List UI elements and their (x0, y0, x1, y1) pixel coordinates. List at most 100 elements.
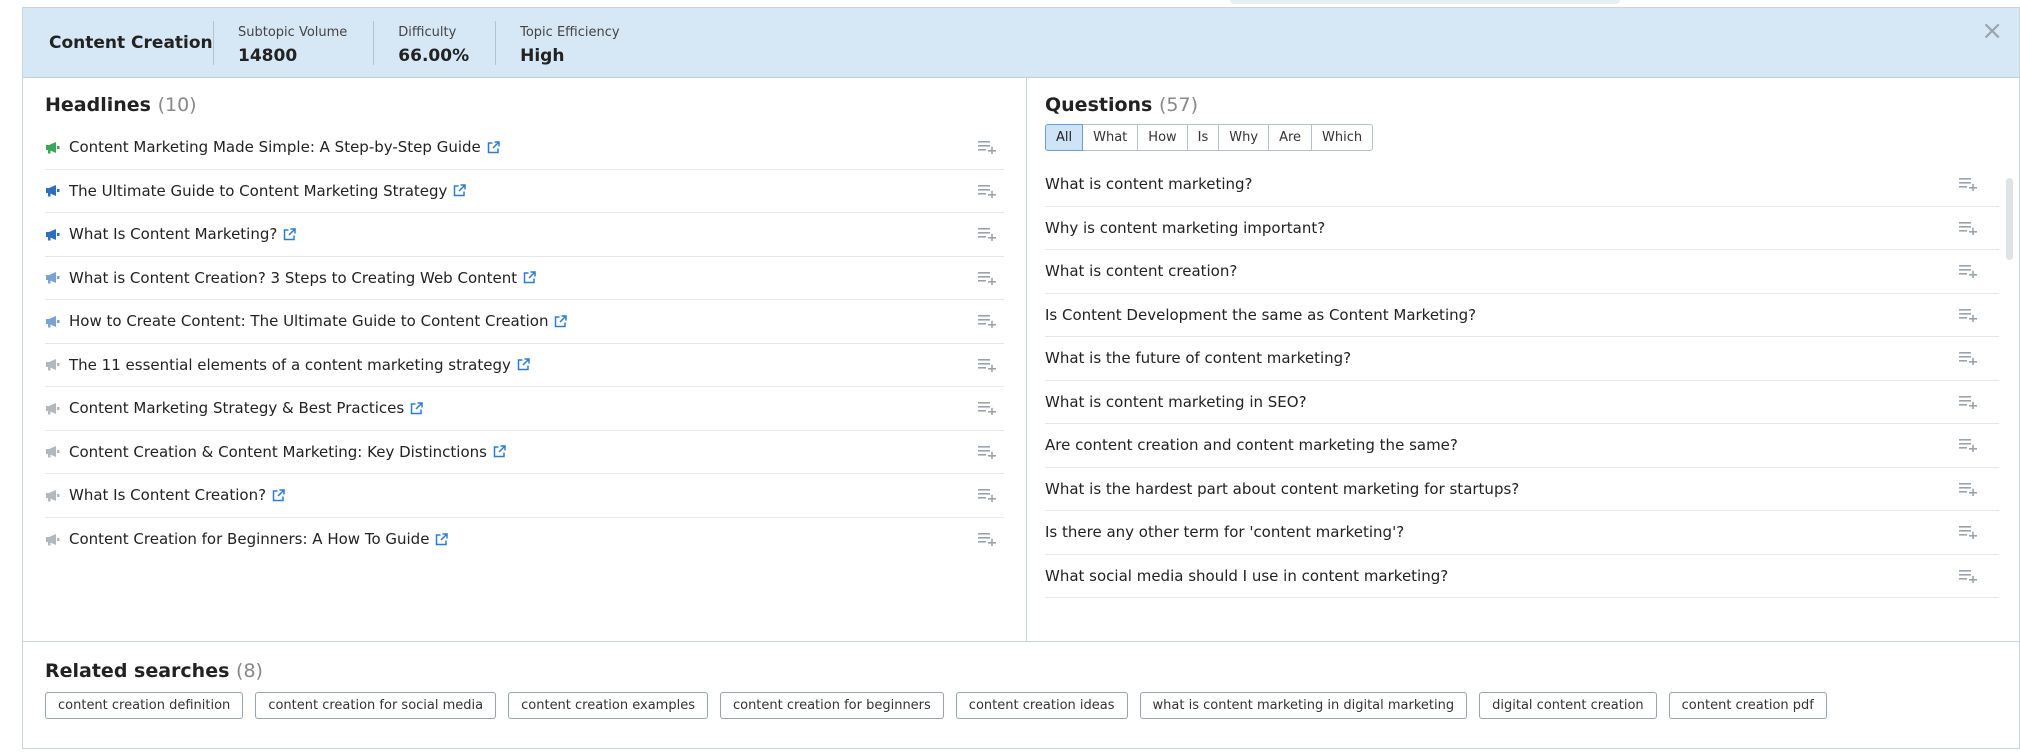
add-to-list-icon[interactable] (978, 445, 996, 459)
add-to-list-icon[interactable] (1959, 525, 1977, 539)
difficulty-stat: Difficulty 66.00% (373, 20, 495, 66)
add-to-list-icon[interactable] (978, 401, 996, 415)
related-search-chip[interactable]: content creation for beginners (719, 692, 944, 719)
tab-are[interactable]: Are (1268, 124, 1313, 151)
headlines-count: (10) (157, 94, 197, 116)
headline-text[interactable]: Content Marketing Made Simple: A Step-by… (69, 138, 481, 156)
headline-text[interactable]: Content Creation for Beginners: A How To… (69, 530, 429, 548)
headline-row: Content Marketing Made Simple: A Step-by… (45, 126, 1004, 170)
question-text[interactable]: What is the future of content marketing? (1045, 349, 1351, 367)
question-text[interactable]: Are content creation and content marketi… (1045, 436, 1458, 454)
external-link-icon[interactable] (272, 489, 285, 502)
add-to-list-icon[interactable] (978, 488, 996, 502)
headlines-title: Headlines (10) (45, 94, 1004, 116)
questions-scrollbar[interactable] (2006, 178, 2013, 260)
related-count: (8) (236, 660, 263, 682)
content-columns: Headlines (10) Content Marketing Made Si… (23, 78, 2019, 642)
headline-row: What is Content Creation? 3 Steps to Cre… (45, 257, 1004, 300)
questions-list: What is content marketing? Why is content… (1045, 163, 1999, 618)
external-link-icon[interactable] (493, 445, 506, 458)
topic-title: Content Creation (49, 32, 213, 53)
question-row: What is the hardest part about content m… (1045, 468, 1999, 511)
megaphone-icon (46, 141, 60, 154)
questions-title-text: Questions (1045, 94, 1153, 116)
question-text[interactable]: What is content creation? (1045, 262, 1237, 280)
related-search-chip[interactable]: content creation ideas (955, 692, 1128, 719)
question-text[interactable]: What is the hardest part about content m… (1045, 480, 1519, 498)
add-to-list-icon[interactable] (1959, 308, 1977, 322)
add-to-list-icon[interactable] (978, 140, 996, 154)
headline-text[interactable]: Content Marketing Strategy & Best Practi… (69, 399, 404, 417)
external-link-icon[interactable] (283, 228, 297, 241)
question-text[interactable]: What is content marketing? (1045, 175, 1253, 193)
add-to-list-icon[interactable] (1959, 177, 1977, 191)
close-icon[interactable]: × (1981, 18, 2003, 44)
add-to-list-icon[interactable] (1959, 264, 1977, 278)
related-search-chip[interactable]: content creation definition (45, 692, 244, 719)
add-to-list-icon[interactable] (978, 314, 996, 328)
add-to-list-icon[interactable] (978, 358, 996, 372)
megaphone-icon (46, 489, 60, 502)
headlines-title-text: Headlines (45, 94, 151, 116)
add-to-list-icon[interactable] (978, 271, 996, 285)
headline-text[interactable]: The Ultimate Guide to Content Marketing … (69, 182, 447, 200)
external-link-icon[interactable] (435, 533, 449, 546)
related-chips: content creation definition content creat… (45, 692, 1997, 719)
add-to-list-icon[interactable] (1959, 395, 1977, 409)
add-to-list-icon[interactable] (978, 532, 996, 546)
megaphone-icon (46, 359, 60, 371)
question-row: What is content creation? (1045, 250, 1999, 294)
question-text[interactable]: Is Content Development the same as Conte… (1045, 306, 1476, 324)
external-link-icon[interactable] (487, 141, 500, 154)
headline-row: How to Create Content: The Ultimate Guid… (45, 300, 1004, 344)
headline-text[interactable]: How to Create Content: The Ultimate Guid… (69, 312, 548, 330)
related-search-chip[interactable]: what is content marketing in digital mar… (1139, 692, 1468, 719)
tab-how[interactable]: How (1137, 124, 1188, 151)
question-row: What is the future of content marketing? (1045, 337, 1999, 381)
questions-section: Questions (57) All What How Is Why Are Which W… (1027, 78, 2019, 641)
question-text[interactable]: What social media should I use in conten… (1045, 567, 1448, 585)
add-to-list-icon[interactable] (1959, 351, 1977, 365)
add-to-list-icon[interactable] (1959, 221, 1977, 235)
external-link-icon[interactable] (554, 315, 568, 328)
headline-row: What Is Content Marketing? (45, 213, 1004, 257)
add-to-list-icon[interactable] (978, 227, 996, 241)
related-search-chip[interactable]: content creation for social media (255, 692, 497, 719)
headline-text[interactable]: What Is Content Creation? (69, 486, 266, 504)
external-link-icon[interactable] (523, 271, 536, 284)
tab-what[interactable]: What (1082, 124, 1139, 151)
headline-text[interactable]: The 11 essential elements of a content m… (69, 356, 511, 374)
related-title-text: Related searches (45, 660, 230, 682)
tab-is[interactable]: Is (1186, 124, 1220, 151)
related-title: Related searches (8) (45, 660, 1997, 682)
headline-text[interactable]: What Is Content Marketing? (69, 225, 277, 243)
external-link-icon[interactable] (453, 184, 467, 197)
related-search-chip[interactable]: content creation pdf (1668, 692, 1827, 719)
tab-all[interactable]: All (1045, 124, 1084, 151)
headline-text[interactable]: Content Creation & Content Marketing: Ke… (69, 443, 487, 461)
headline-row: The 11 essential elements of a content m… (45, 344, 1004, 387)
question-text[interactable]: Is there any other term for 'content mar… (1045, 523, 1404, 541)
headline-row: What Is Content Creation? (45, 474, 1004, 518)
headline-row: The Ultimate Guide to Content Marketing … (45, 170, 1004, 213)
question-row: Is there any other term for 'content mar… (1045, 511, 1999, 555)
external-link-icon[interactable] (517, 358, 530, 371)
add-to-list-icon[interactable] (1959, 569, 1977, 583)
related-searches-section: Related searches (8) content creation de… (23, 642, 2019, 737)
headline-text[interactable]: What is Content Creation? 3 Steps to Cre… (69, 269, 517, 287)
related-search-chip[interactable]: digital content creation (1479, 692, 1657, 719)
tab-which[interactable]: Which (1311, 124, 1374, 151)
add-to-list-icon[interactable] (1959, 438, 1977, 452)
question-row: Are content creation and content marketi… (1045, 424, 1999, 468)
external-link-icon[interactable] (410, 402, 423, 415)
questions-title: Questions (57) (1045, 94, 1999, 116)
question-text[interactable]: What is content marketing in SEO? (1045, 393, 1307, 411)
add-to-list-icon[interactable] (978, 184, 996, 198)
headlines-list: Content Marketing Made Simple: A Step-by… (45, 126, 1004, 561)
question-row: Why is content marketing important? (1045, 207, 1999, 250)
tab-why[interactable]: Why (1218, 124, 1270, 151)
question-text[interactable]: Why is content marketing important? (1045, 219, 1325, 237)
topic-header: Content Creation Subtopic Volume 14800 D… (23, 8, 2019, 78)
add-to-list-icon[interactable] (1959, 482, 1977, 496)
related-search-chip[interactable]: content creation examples (508, 692, 708, 719)
